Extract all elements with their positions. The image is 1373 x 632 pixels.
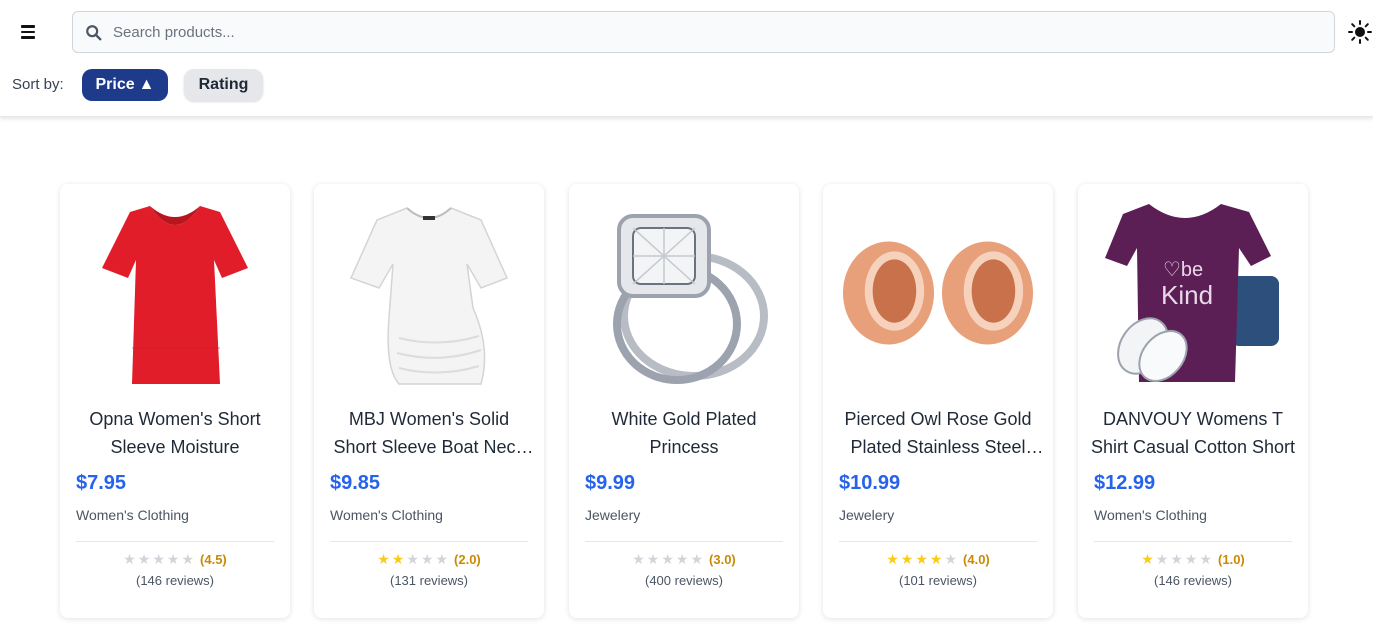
star-icon: ★ — [1199, 551, 1213, 567]
search-icon — [86, 25, 102, 41]
star-icon: ★ — [944, 551, 958, 567]
star-icon: ★ — [929, 551, 943, 567]
product-price: $9.99 — [585, 472, 636, 494]
product-price: $10.99 — [839, 472, 901, 494]
rating-row: ★ ★ ★ ★ ★ (4.0) — [823, 551, 1053, 567]
white-top-image[interactable] — [330, 196, 528, 390]
product-grid: Opna Women's Short Sleeve Moisture $7.95… — [0, 184, 1373, 632]
star-icon: ★ — [675, 551, 689, 567]
star-icon: ★ — [646, 551, 660, 567]
review-count: (146 reviews) — [135, 573, 215, 588]
review-count: (101 reviews) — [898, 573, 978, 588]
review-count: (400 reviews) — [644, 573, 724, 588]
star-icon: ★ — [391, 551, 405, 567]
product-category: Jewelery — [839, 507, 895, 523]
sort-price-label: Price — [95, 76, 135, 93]
sort-rating-label: Rating — [198, 76, 249, 93]
red-tshirt-image[interactable] — [76, 196, 274, 390]
star-icon: ★ — [137, 551, 151, 567]
star-icon: ★ — [1155, 551, 1169, 567]
star-icon: ★ — [152, 551, 165, 567]
rating-value: (2.0) — [454, 551, 481, 567]
sort-label: Sort by: — [12, 76, 64, 93]
product-title[interactable]: Pierced Owl Rose Gold Plated Stainless S… — [835, 405, 1041, 463]
purple-be-kind-shirt-image[interactable]: ♡be Kind — [1094, 196, 1292, 390]
product-category: Women's Clothing — [1094, 507, 1207, 523]
rose-gold-plugs-image[interactable] — [839, 196, 1037, 390]
product-category: Women's Clothing — [76, 507, 189, 523]
product-price: $7.95 — [76, 472, 127, 494]
sort-price-button[interactable]: Price ▲ — [82, 69, 168, 101]
star-icon: ★ — [166, 551, 180, 567]
product-card[interactable]: Opna Women's Short Sleeve Moisture $7.95… — [60, 184, 290, 618]
product-title[interactable]: White Gold Plated Princess — [581, 405, 787, 463]
review-count: (146 reviews) — [1153, 573, 1233, 588]
search-bar[interactable] — [72, 11, 1335, 53]
product-card[interactable]: ♡be Kind DANVOUY Womens T Shirt Casual C… — [1078, 184, 1308, 618]
product-card[interactable]: MBJ Women's Solid Short Sleeve Boat Neck… — [314, 184, 544, 618]
product-price: $9.85 — [330, 472, 381, 494]
divider — [585, 541, 783, 542]
rating-value: (3.0) — [709, 551, 736, 567]
svg-text:Kind: Kind — [1161, 280, 1213, 310]
divider — [330, 541, 528, 542]
product-category: Women's Clothing — [330, 507, 443, 523]
star-icon: ★ — [632, 551, 645, 567]
divider — [839, 541, 1037, 542]
rating-row: ★ ★ ★ ★ ★ (3.0) — [569, 551, 799, 567]
product-card[interactable]: White Gold Plated Princess $9.99 Jeweler… — [569, 184, 799, 618]
rating-row: ★ ★ ★ ★ ★ (1.0) — [1078, 551, 1308, 567]
star-icon: ★ — [406, 551, 419, 567]
star-icon: ★ — [915, 551, 928, 567]
star-icon: ★ — [1141, 551, 1154, 567]
diamond-ring-image[interactable] — [585, 196, 783, 390]
rating-value: (4.0) — [963, 551, 990, 567]
sort-ascending-icon: ▲ — [138, 76, 155, 93]
star-icon: ★ — [377, 551, 390, 567]
star-icon: ★ — [123, 551, 136, 567]
product-title[interactable]: DANVOUY Womens T Shirt Casual Cotton Sho… — [1090, 405, 1296, 463]
product-title[interactable]: Opna Women's Short Sleeve Moisture — [72, 405, 278, 463]
star-icon: ★ — [435, 551, 449, 567]
star-icon: ★ — [1170, 551, 1183, 567]
review-count: (131 reviews) — [389, 573, 469, 588]
product-price: $12.99 — [1094, 472, 1156, 494]
rating-value: (4.5) — [200, 551, 227, 567]
star-icon: ★ — [661, 551, 674, 567]
divider — [76, 541, 274, 542]
search-input[interactable] — [113, 12, 1313, 52]
product-title[interactable]: MBJ Women's Solid Short Sleeve Boat Neck… — [326, 405, 532, 463]
product-category: Jewelery — [585, 507, 641, 523]
top-bar: Sort by: Price ▲ Rating — [0, 0, 1373, 117]
hamburger-menu-icon[interactable] — [14, 18, 42, 46]
rating-row: ★ ★ ★ ★ ★ (2.0) — [314, 551, 544, 567]
sun-icon[interactable] — [1347, 19, 1373, 45]
rating-value: (1.0) — [1218, 551, 1245, 567]
sort-rating-button[interactable]: Rating — [184, 69, 263, 101]
svg-text:♡be: ♡be — [1163, 259, 1203, 281]
product-card[interactable]: Pierced Owl Rose Gold Plated Stainless S… — [823, 184, 1053, 618]
star-icon: ★ — [1184, 551, 1198, 567]
star-icon: ★ — [900, 551, 914, 567]
divider — [1094, 541, 1292, 542]
star-icon: ★ — [690, 551, 704, 567]
rating-row: ★ ★ ★ ★ ★ (4.5) — [60, 551, 290, 567]
star-icon: ★ — [886, 551, 899, 567]
star-icon: ★ — [181, 551, 195, 567]
star-icon: ★ — [420, 551, 434, 567]
